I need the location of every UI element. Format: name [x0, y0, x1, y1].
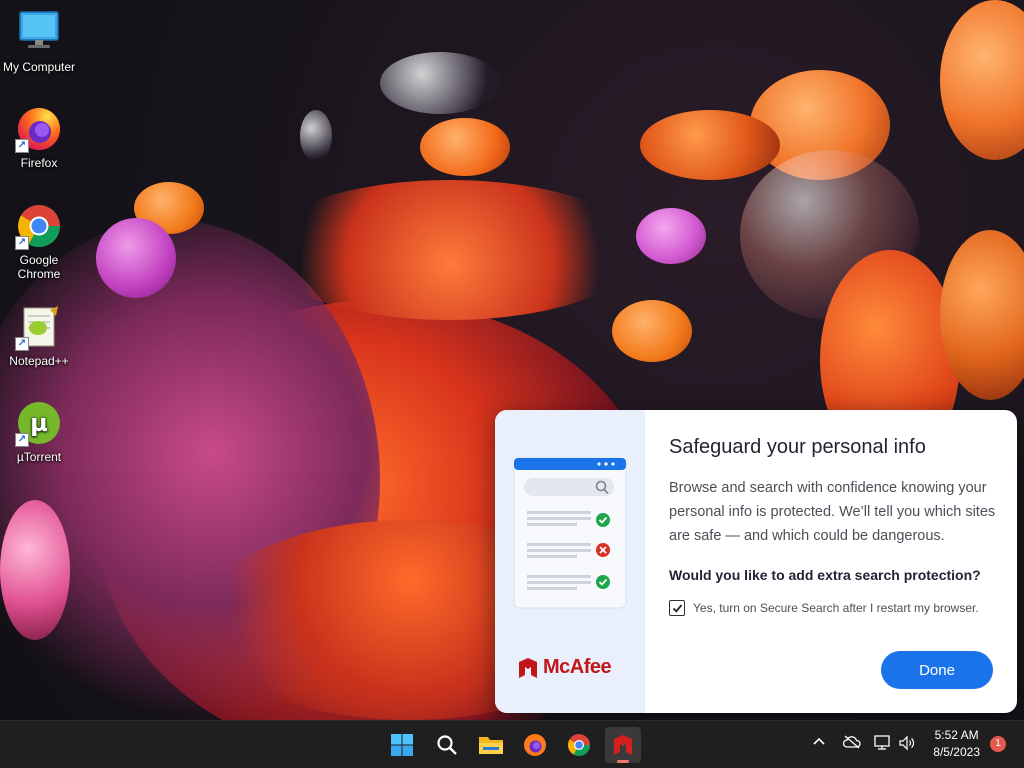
desktop-icon-label: Firefox	[20, 156, 58, 170]
secure-search-option[interactable]: Yes, turn on Secure Search after I resta…	[669, 600, 979, 616]
taskbar-chrome[interactable]	[561, 727, 597, 763]
taskbar-file-explorer[interactable]	[473, 727, 509, 763]
taskbar: 5:52 AM 8/5/2023 1	[0, 720, 1024, 768]
clock-date: 8/5/2023	[933, 745, 980, 759]
wallpaper-shape	[260, 180, 640, 320]
desktop-icon-firefox[interactable]: ↗ Firefox	[0, 106, 78, 170]
desktop-icon-label: My Computer	[2, 60, 76, 74]
volume-tray-button[interactable]	[898, 735, 916, 754]
chrome-icon	[568, 734, 590, 756]
onedrive-tray-button[interactable]	[842, 735, 861, 752]
desktop-icon-label: µTorrent	[16, 450, 62, 464]
shortcut-arrow-icon: ↗	[15, 236, 29, 250]
secure-search-checkbox-label: Yes, turn on Secure Search after I resta…	[693, 601, 979, 615]
dialog-illustration-panel: McAfee	[495, 410, 645, 713]
desktop-icon-utorrent[interactable]: µ ↗ µTorrent	[0, 400, 78, 464]
file-explorer-icon	[479, 737, 503, 754]
search-icon	[437, 735, 457, 755]
done-button[interactable]: Done	[881, 651, 993, 689]
network-tray-button[interactable]	[874, 735, 892, 754]
notepad-plus-plus-icon: ↗	[15, 304, 62, 351]
start-button[interactable]	[384, 727, 420, 763]
monitor-icon	[16, 10, 62, 56]
taskbar-clock[interactable]: 5:52 AM 8/5/2023	[933, 727, 980, 761]
notification-badge[interactable]: 1	[990, 736, 1006, 752]
mcafee-secure-search-dialog: McAfee Safeguard your personal info Brow…	[495, 410, 1017, 713]
dialog-title: Safeguard your personal info	[669, 436, 926, 458]
desktop-icon-label: Notepad++	[9, 354, 69, 368]
desktop-icon-label: Google Chrome	[17, 253, 61, 281]
start-icon	[391, 734, 413, 756]
wallpaper-shape	[940, 0, 1024, 160]
shortcut-arrow-icon: ↗	[15, 337, 29, 351]
taskbar-mcafee[interactable]	[605, 727, 641, 763]
chrome-icon: ↗	[15, 203, 62, 250]
mcafee-icon	[614, 735, 632, 755]
taskbar-firefox[interactable]	[517, 727, 553, 763]
wallpaper-shape	[96, 218, 176, 298]
wallpaper-shape	[636, 208, 706, 264]
cloud-offline-icon	[842, 735, 861, 749]
wallpaper-shape	[380, 52, 500, 114]
shortcut-arrow-icon: ↗	[15, 433, 29, 447]
dialog-description: Browse and search with confidence knowin…	[669, 480, 996, 544]
desktop-icon-google-chrome[interactable]: ↗ Google Chrome	[0, 203, 78, 281]
wallpaper-shape	[612, 300, 692, 362]
browser-safety-illustration	[513, 457, 627, 609]
taskbar-search-button[interactable]	[429, 727, 465, 763]
brand-name: McAfee	[543, 656, 612, 678]
speaker-icon	[899, 735, 915, 751]
secure-search-checkbox[interactable]	[669, 600, 685, 616]
show-hidden-icons-button[interactable]	[812, 735, 826, 752]
clock-time: 5:52 AM	[934, 728, 979, 742]
wallpaper-shape	[420, 118, 510, 176]
wallpaper-shape	[0, 500, 70, 640]
network-icon	[874, 735, 890, 750]
desktop-icon-my-computer[interactable]: My Computer	[0, 10, 78, 74]
checkmark-icon	[672, 603, 682, 613]
mcafee-shield-icon	[519, 657, 537, 678]
dialog-question: Would you like to add extra search prote…	[669, 567, 981, 583]
utorrent-icon: µ ↗	[15, 400, 62, 447]
mcafee-logo: McAfee	[517, 656, 612, 679]
firefox-icon: ↗	[15, 106, 62, 153]
wallpaper-shape	[640, 110, 780, 180]
shortcut-arrow-icon: ↗	[15, 139, 29, 153]
active-app-indicator	[617, 760, 629, 763]
firefox-icon	[524, 734, 546, 756]
svg-text:µ: µ	[30, 409, 48, 437]
desktop-icon-notepad-plus-plus[interactable]: ↗ Notepad++	[0, 304, 78, 368]
chevron-up-icon	[813, 737, 825, 745]
wallpaper-shape	[300, 110, 332, 162]
